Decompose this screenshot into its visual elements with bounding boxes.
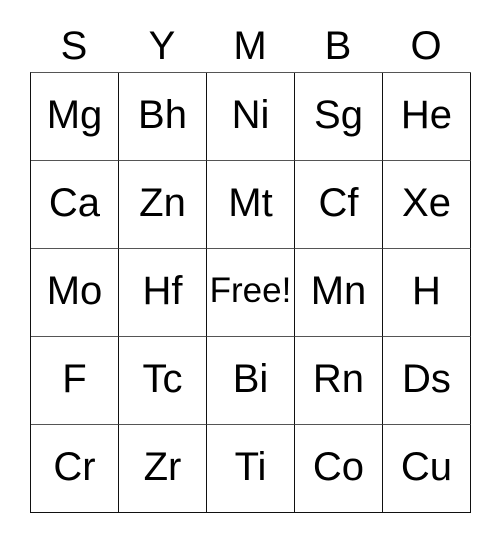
bingo-cell-r1c3[interactable]: Ni: [207, 73, 295, 161]
header-letter-o-text: O: [410, 24, 442, 68]
bingo-cell-label: F: [62, 356, 87, 401]
header-letter-o: O: [382, 20, 470, 72]
header-letter-b-text: B: [324, 24, 352, 68]
header-letter-s-text: S: [60, 24, 88, 68]
bingo-cell-label: He: [400, 92, 453, 137]
bingo-cell-label: Rn: [312, 356, 365, 401]
bingo-cell-r3c1[interactable]: Mo: [31, 249, 119, 337]
bingo-cell-label: Mt: [228, 180, 273, 225]
bingo-cell-r4c4[interactable]: Rn: [295, 337, 383, 425]
header-letter-b: B: [294, 20, 382, 72]
bingo-cell-label: Ni: [231, 92, 270, 137]
bingo-row-2: Ca Zn Mt Cf Xe: [31, 161, 471, 249]
bingo-cell-r1c1[interactable]: Mg: [31, 73, 119, 161]
bingo-cell-r2c5[interactable]: Xe: [383, 161, 471, 249]
bingo-cell-r5c4[interactable]: Co: [295, 425, 383, 513]
bingo-cell-label: Bh: [138, 92, 187, 137]
bingo-row-3: Mo Hf Free! Mn H: [31, 249, 471, 337]
bingo-cell-label: Mn: [310, 268, 367, 313]
header-letter-m: M: [206, 20, 294, 72]
bingo-cell-label: Bi: [232, 356, 269, 401]
bingo-cell-r1c4[interactable]: Sg: [295, 73, 383, 161]
bingo-cell-r3c4[interactable]: Mn: [295, 249, 383, 337]
bingo-cell-r2c4[interactable]: Cf: [295, 161, 383, 249]
bingo-cell-label: Mo: [46, 268, 103, 313]
bingo-cell-label: Ds: [402, 356, 451, 401]
bingo-cell-label: Free!: [209, 271, 292, 310]
bingo-cell-label: Sg: [314, 92, 363, 137]
bingo-cell-label: Xe: [402, 180, 451, 225]
bingo-cell-r2c3[interactable]: Mt: [207, 161, 295, 249]
bingo-row-4: F Tc Bi Rn Ds: [31, 337, 471, 425]
bingo-cell-label: Co: [312, 444, 365, 489]
bingo-cell-label: Hf: [142, 268, 183, 313]
bingo-grid: Mg Bh Ni Sg He Ca Zn Mt Cf Xe Mo Hf Free…: [30, 72, 471, 513]
bingo-cell-label: Tc: [142, 356, 183, 401]
bingo-cell-r1c5[interactable]: He: [383, 73, 471, 161]
bingo-cell-r5c5[interactable]: Cu: [383, 425, 471, 513]
header-letter-y: Y: [118, 20, 206, 72]
header-letter-s: S: [30, 20, 118, 72]
bingo-header-row: S Y M B O: [30, 20, 470, 72]
bingo-row-5: Cr Zr Ti Co Cu: [31, 425, 471, 513]
bingo-row-1: Mg Bh Ni Sg He: [31, 73, 471, 161]
bingo-cell-r4c1[interactable]: F: [31, 337, 119, 425]
bingo-cell-label: Zn: [139, 180, 186, 225]
header-letter-m-text: M: [233, 24, 267, 68]
bingo-cell-r1c2[interactable]: Bh: [119, 73, 207, 161]
bingo-cell-r4c2[interactable]: Tc: [119, 337, 207, 425]
bingo-cell-label: Zr: [143, 444, 182, 489]
bingo-cell-r2c2[interactable]: Zn: [119, 161, 207, 249]
bingo-cell-label: Cu: [400, 444, 453, 489]
bingo-cell-label: Ca: [48, 180, 101, 225]
bingo-cell-r5c2[interactable]: Zr: [119, 425, 207, 513]
bingo-cell-r2c1[interactable]: Ca: [31, 161, 119, 249]
bingo-cell-r5c3[interactable]: Ti: [207, 425, 295, 513]
header-letter-y-text: Y: [148, 24, 176, 68]
bingo-cell-label: H: [412, 268, 441, 313]
bingo-cell-r3c5[interactable]: H: [383, 249, 471, 337]
bingo-cell-label: Cf: [318, 180, 359, 225]
bingo-cell-label: Cr: [53, 444, 96, 489]
bingo-cell-r3c2[interactable]: Hf: [119, 249, 207, 337]
bingo-cell-r4c3[interactable]: Bi: [207, 337, 295, 425]
bingo-card: S Y M B O Mg Bh Ni Sg He Ca Zn Mt Cf Xe …: [30, 20, 471, 513]
bingo-cell-r4c5[interactable]: Ds: [383, 337, 471, 425]
bingo-cell-r5c1[interactable]: Cr: [31, 425, 119, 513]
bingo-cell-free-space[interactable]: Free!: [207, 249, 295, 337]
bingo-cell-label: Ti: [234, 444, 267, 489]
bingo-cell-label: Mg: [46, 92, 103, 137]
